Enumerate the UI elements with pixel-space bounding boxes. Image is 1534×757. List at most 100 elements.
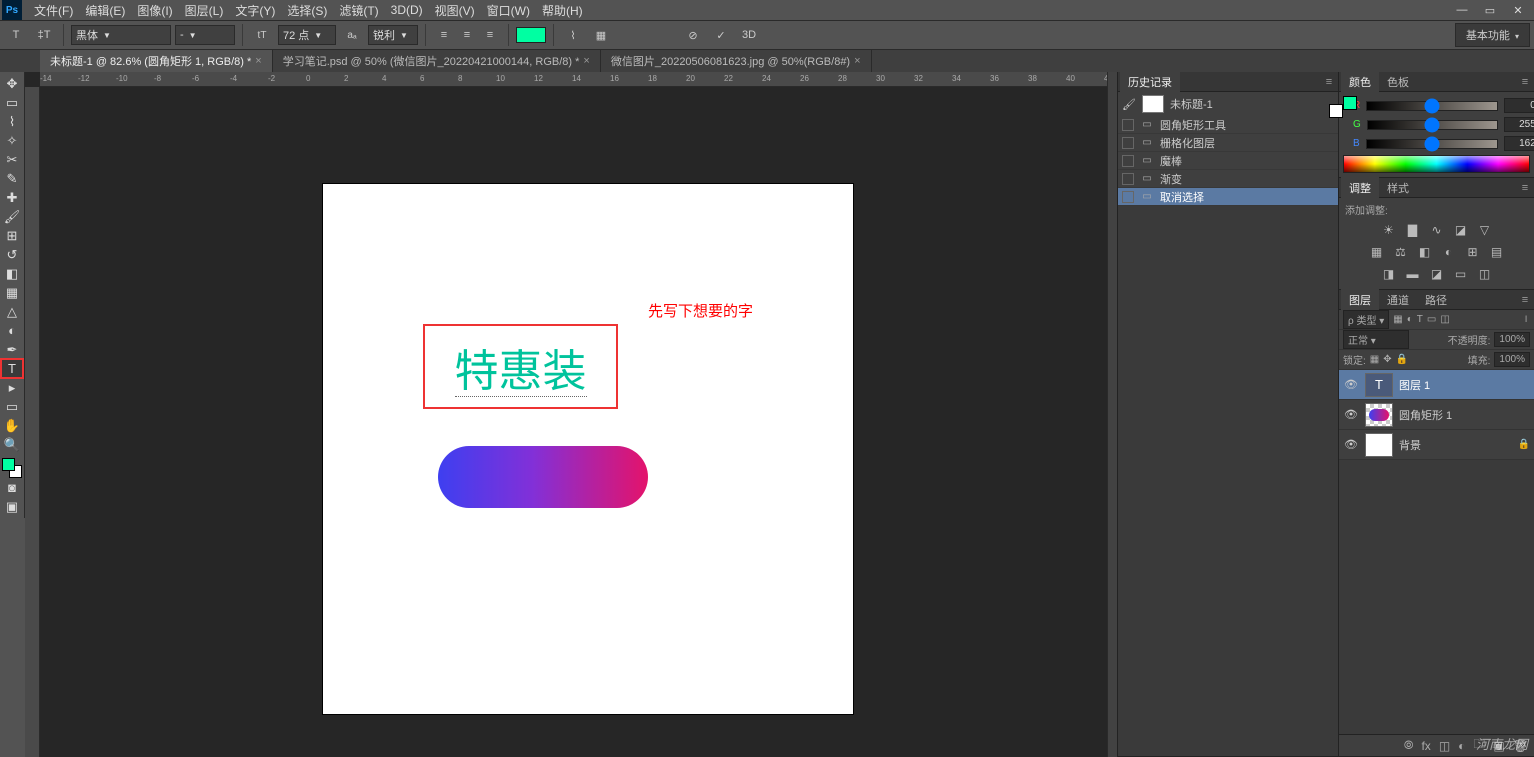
text-content[interactable]: 特惠装 [455,335,587,399]
dodge-tool[interactable]: ◐ [1,321,23,340]
menu-type[interactable]: 文字(Y) [229,0,281,21]
exposure-icon[interactable]: ◪ [1452,222,1470,238]
magic-wand-tool[interactable]: ✧ [1,131,23,150]
screen-mode-tool[interactable]: ▣ [1,497,23,516]
vibrance-icon[interactable]: ▽ [1476,222,1494,238]
blur-tool[interactable]: △ [1,302,23,321]
menu-help[interactable]: 帮助(H) [536,0,589,21]
move-tool[interactable]: ✥ [1,74,23,93]
history-doc-row[interactable]: 🖌 未标题-1 [1118,92,1338,116]
history-step[interactable]: ▭栅格化图层 [1118,134,1338,152]
layers-tab[interactable]: 图层 [1341,289,1379,311]
lock-all-icon[interactable]: 🔒 [1396,354,1408,365]
healing-tool[interactable]: ✚ [1,188,23,207]
commit-icon[interactable]: ✓ [709,23,733,47]
layer-row[interactable]: 👁背景🔒 [1339,430,1534,460]
menu-select[interactable]: 选择(S) [281,0,333,21]
close-icon[interactable]: × [854,55,860,67]
balance-icon[interactable]: ⚖ [1392,244,1410,260]
panel-menu-icon[interactable]: ≡ [1516,294,1534,306]
filter-shape-icon[interactable]: ▭ [1427,314,1436,325]
hue-icon[interactable]: ▦ [1368,244,1386,260]
menu-layer[interactable]: 图层(L) [179,0,230,21]
history-step[interactable]: ▭渐变 [1118,170,1338,188]
layer-row[interactable]: 👁T图层 1 [1339,370,1534,400]
canvas-area[interactable]: 先写下想要的字 特惠装 [40,87,1107,757]
filter-adjust-icon[interactable]: ◐ [1407,314,1413,325]
filter-toggle[interactable]: ⏽ [1522,314,1530,325]
char-panel-icon[interactable]: ▦ [589,23,613,47]
levels-icon[interactable]: ▇ [1404,222,1422,238]
history-brush-tool[interactable]: ↺ [1,245,23,264]
threeD-button[interactable]: 3D [737,23,761,47]
invert-icon[interactable]: ◨ [1380,266,1398,282]
window-maximize[interactable]: ▭ [1476,0,1504,20]
document-canvas[interactable]: 先写下想要的字 特惠装 [323,184,853,714]
paths-tab[interactable]: 路径 [1417,289,1455,311]
color-swatches[interactable] [2,458,22,478]
lookup-icon[interactable]: ▤ [1488,244,1506,260]
warp-text-icon[interactable]: ⌇ [561,23,585,47]
adjust-tab[interactable]: 调整 [1341,177,1379,199]
layer-filter-select[interactable]: ρ 类型 ▾ [1343,310,1389,329]
g-value[interactable]: 255 [1504,117,1534,132]
font-family-select[interactable]: 黑体▼ [71,25,171,45]
text-orientation-icon[interactable]: ‡T [32,23,56,47]
history-tab[interactable]: 历史记录 [1120,71,1180,93]
window-close[interactable]: ✕ [1504,0,1532,20]
menu-filter[interactable]: 滤镜(T) [333,0,384,21]
panel-menu-icon[interactable]: ≡ [1516,182,1534,194]
panel-menu-icon[interactable]: ≡ [1516,76,1534,88]
g-slider[interactable] [1367,120,1498,130]
gradient-map-icon[interactable]: ▭ [1452,266,1470,282]
filter-type-icon[interactable]: T [1417,314,1423,325]
menu-window[interactable]: 窗口(W) [481,0,536,21]
quick-mask-tool[interactable]: ◙ [1,478,23,497]
visibility-icon[interactable]: 👁 [1343,378,1359,391]
window-minimize[interactable]: — [1448,0,1476,20]
menu-file[interactable]: 文件(F) [28,0,79,21]
color-tab[interactable]: 颜色 [1341,71,1379,93]
lock-pixels-icon[interactable]: ▦ [1370,354,1379,365]
close-icon[interactable]: × [255,55,261,67]
history-step[interactable]: ▭取消选择 [1118,188,1338,206]
new-fill-icon[interactable]: ◐ [1458,739,1465,753]
r-slider[interactable] [1366,101,1498,111]
shape-tool[interactable]: ▭ [1,397,23,416]
mixer-icon[interactable]: ⊞ [1464,244,1482,260]
history-step[interactable]: ▭圆角矩形工具 [1118,116,1338,134]
layer-fx-icon[interactable]: fx [1421,739,1430,753]
zoom-tool[interactable]: 🔍 [1,435,23,454]
filter-pixel-icon[interactable]: ▦ [1393,314,1402,325]
styles-tab[interactable]: 样式 [1379,177,1417,199]
posterize-icon[interactable]: ▬ [1404,266,1422,282]
swatches-tab[interactable]: 色板 [1379,71,1417,93]
photo-filter-icon[interactable]: ◐ [1440,244,1458,260]
curves-icon[interactable]: ∿ [1428,222,1446,238]
visibility-icon[interactable]: 👁 [1343,438,1359,451]
eraser-tool[interactable]: ◧ [1,264,23,283]
align-right-icon[interactable]: ≡ [479,24,501,46]
font-style-select[interactable]: -▼ [175,25,235,45]
aa-select[interactable]: 锐利▼ [368,25,418,45]
menu-3d[interactable]: 3D(D) [385,1,429,19]
panel-menu-icon[interactable]: ≡ [1320,76,1338,88]
type-tool[interactable]: T [1,359,23,378]
r-value[interactable]: 0 [1504,98,1534,113]
menu-view[interactable]: 视图(V) [429,0,481,21]
brightness-icon[interactable]: ☀ [1380,222,1398,238]
stamp-tool[interactable]: ⊞ [1,226,23,245]
font-size-select[interactable]: 72 点▼ [278,25,336,45]
threshold-icon[interactable]: ◪ [1428,266,1446,282]
align-left-icon[interactable]: ≡ [433,24,455,46]
close-icon[interactable]: × [583,55,589,67]
cancel-icon[interactable]: ⊘ [681,23,705,47]
text-color-swatch[interactable] [516,27,546,43]
link-layers-icon[interactable]: ⦾ [1404,738,1414,753]
eyedropper-tool[interactable]: ✎ [1,169,23,188]
collapsed-panel-strip[interactable] [1107,72,1117,757]
doc-tab-3[interactable]: 微信图片_20220506081623.jpg @ 50%(RGB/8#)× [601,50,872,72]
marquee-tool[interactable]: ▭ [1,93,23,112]
doc-tab-1[interactable]: 未标题-1 @ 82.6% (圆角矩形 1, RGB/8) *× [40,50,273,72]
opacity-value[interactable]: 100% [1494,332,1530,347]
